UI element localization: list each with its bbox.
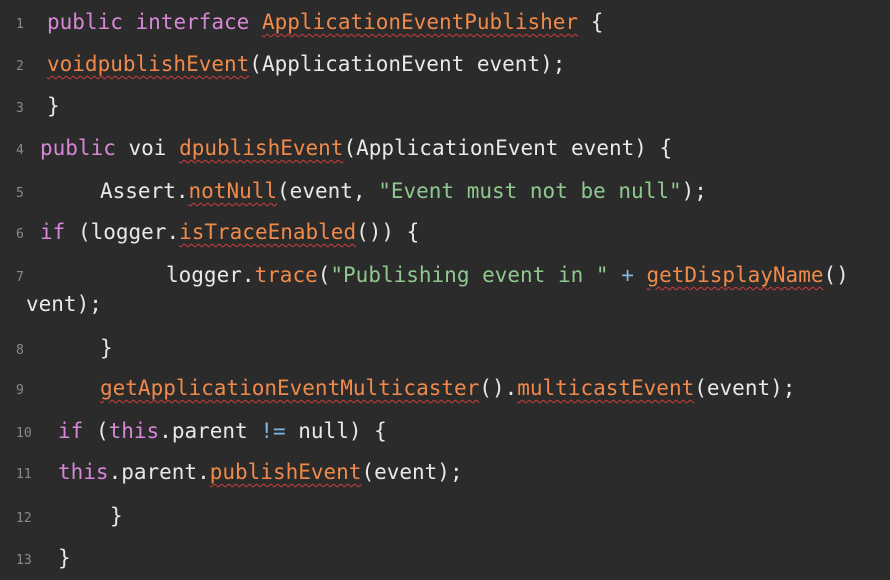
line-number: 3 xyxy=(16,101,24,116)
code-token: { xyxy=(578,10,604,34)
code-line[interactable]: this.parent.publishEvent(event); xyxy=(58,459,463,485)
code-token: public xyxy=(40,136,116,160)
code-line[interactable]: voidpublishEvent(ApplicationEvent event)… xyxy=(47,51,565,77)
code-token: .parent xyxy=(159,419,261,443)
code-token: multicastEvent xyxy=(517,376,695,400)
code-token: ); xyxy=(681,179,707,203)
code-line[interactable]: logger.trace("Publishing event in " + ge… xyxy=(166,262,849,288)
code-token: (logger. xyxy=(65,220,180,244)
code-token: Assert. xyxy=(100,179,189,203)
code-token: if xyxy=(58,419,84,443)
code-line[interactable]: vent); xyxy=(26,291,102,317)
line-number: 1 xyxy=(16,17,24,32)
code-token: if xyxy=(40,220,66,244)
line-number: 9 xyxy=(16,383,24,398)
code-line[interactable]: if (logger.isTraceEnabled()) { xyxy=(40,219,419,245)
code-token: (event); xyxy=(361,460,463,484)
code-token: getApplicationEventMulticaster xyxy=(100,376,480,400)
line-number: 10 xyxy=(16,426,32,441)
code-token: voidpublishEvent xyxy=(47,52,250,76)
code-token: "Event must not be null" xyxy=(378,179,682,203)
line-number: 12 xyxy=(16,511,32,526)
code-token: != xyxy=(260,419,286,443)
code-token: (event); xyxy=(694,376,796,400)
code-token: logger. xyxy=(166,263,255,287)
code-token: } xyxy=(47,94,60,118)
line-number: 7 xyxy=(16,270,24,285)
code-line[interactable]: } xyxy=(110,503,123,529)
code-editor[interactable]: 1 public interface ApplicationEventPublis… xyxy=(0,0,890,580)
code-token: ( xyxy=(83,419,109,443)
code-token: (ApplicationEvent event) { xyxy=(343,136,673,160)
code-token: getDisplayName xyxy=(646,263,824,287)
code-token: voi xyxy=(115,136,180,160)
code-token: publishEvent xyxy=(209,460,362,484)
code-token: vent); xyxy=(26,292,102,316)
code-line[interactable]: public interface ApplicationEventPublish… xyxy=(47,9,603,35)
code-token: this xyxy=(58,460,109,484)
code-token: notNull xyxy=(188,179,278,203)
code-token: (event, xyxy=(277,179,379,203)
code-line[interactable]: } xyxy=(58,545,71,571)
line-number: 5 xyxy=(16,186,24,201)
code-token: (ApplicationEvent event); xyxy=(249,52,566,76)
code-token: null) { xyxy=(285,419,387,443)
code-token: ApplicationEventPublisher xyxy=(261,10,579,34)
code-line[interactable]: Assert.notNull(event, "Event must not be… xyxy=(100,178,707,204)
code-token: } xyxy=(58,546,71,570)
code-line[interactable]: public voi dpublishEvent(ApplicationEven… xyxy=(40,135,672,161)
code-token: .parent. xyxy=(108,460,210,484)
code-token: } xyxy=(110,504,123,528)
line-number: 8 xyxy=(16,343,24,358)
code-token: + xyxy=(608,263,647,287)
code-token: interface xyxy=(135,10,250,34)
code-token: () xyxy=(823,263,849,287)
code-token: public xyxy=(47,10,123,34)
line-number: 4 xyxy=(16,143,24,158)
line-number: 2 xyxy=(16,59,24,74)
code-line[interactable]: getApplicationEventMulticaster().multica… xyxy=(100,375,795,401)
line-number: 11 xyxy=(16,467,32,482)
code-token: (). xyxy=(479,376,518,400)
code-token: this xyxy=(108,419,160,443)
code-line[interactable]: if (this.parent != null) { xyxy=(58,418,387,444)
code-token: } xyxy=(100,336,113,360)
code-token: ( xyxy=(317,263,331,287)
line-number: 6 xyxy=(16,227,24,242)
code-line[interactable]: } xyxy=(100,335,113,361)
code-token: dpublishEvent xyxy=(179,136,344,160)
line-number: 13 xyxy=(16,553,32,568)
code-token: isTraceEnabled xyxy=(179,220,357,244)
code-token: trace xyxy=(254,263,318,287)
code-token: ()) { xyxy=(356,220,420,244)
code-token: "Publishing event in " xyxy=(330,263,609,287)
code-line[interactable]: } xyxy=(47,93,60,119)
